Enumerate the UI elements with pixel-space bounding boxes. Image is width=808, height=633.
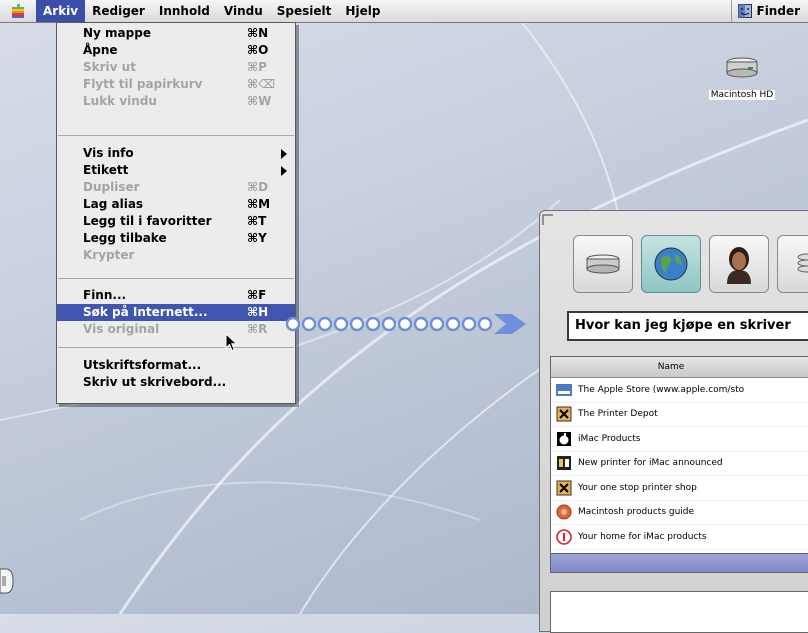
printer-icon [556, 406, 572, 422]
window-corner-icon [542, 214, 554, 226]
apple-menu-icon[interactable] [0, 0, 36, 22]
hard-drive-icon [725, 56, 759, 78]
menu-item-finn[interactable]: Finn...⌘F [57, 287, 295, 304]
menu-item-skriv-ut: Skriv ut⌘P [57, 59, 295, 76]
column-header-name[interactable]: Name [551, 357, 808, 378]
menu-vindu[interactable]: Vindu [217, 0, 270, 22]
result-row[interactable]: Macintosh products guide [551, 501, 808, 526]
menu-item-lag-alias[interactable]: Lag alias⌘M [57, 196, 295, 213]
menu-item-dupliser: Dupliser⌘D [57, 179, 295, 196]
dotted-arrow-icon [282, 312, 532, 336]
menu-item-ny-mappe[interactable]: Ny mappe⌘N [57, 25, 295, 42]
person-icon [721, 244, 757, 284]
channel-files-button[interactable] [573, 235, 633, 293]
menu-item-sok-pa-internett[interactable]: Søk på Internett...⌘H [57, 304, 295, 321]
results-list: Name The Apple Store (www.apple.com/sto … [550, 356, 808, 573]
printer-icon [556, 480, 572, 496]
menu-separator [58, 135, 294, 136]
result-row[interactable]: The Apple Store (www.apple.com/sto [551, 378, 808, 403]
menu-innhold[interactable]: Innhold [152, 0, 217, 22]
menu-item-utskriftsformat[interactable]: Utskriftsformat... [57, 357, 295, 374]
menu-item-krypter: Krypter [57, 247, 295, 264]
results-scrollbar[interactable] [551, 553, 808, 572]
finder-icon [738, 4, 752, 18]
macintosh-hd-icon[interactable]: Macintosh HD [694, 56, 790, 101]
menu-arkiv[interactable]: Arkiv [36, 0, 85, 22]
info-icon [556, 529, 572, 545]
news-icon [556, 455, 572, 471]
macintosh-hd-label: Macintosh HD [709, 90, 775, 100]
apple-icon [556, 431, 572, 447]
menu-hjelp[interactable]: Hjelp [338, 0, 387, 22]
menu-rediger[interactable]: Rediger [85, 0, 152, 22]
submenu-arrow-icon [281, 166, 287, 176]
menu-item-apne[interactable]: Åpne⌘O [57, 42, 295, 59]
application-menu[interactable]: Finder [731, 0, 808, 22]
result-row[interactable]: New printer for iMac announced [551, 452, 808, 477]
menu-item-legg-til-i-favoritter[interactable]: Legg til i favoritter⌘T [57, 213, 295, 230]
menu-item-vis-original: Vis original⌘R [57, 321, 295, 338]
window-titlebar[interactable] [540, 211, 808, 229]
result-row[interactable]: Your one stop printer shop [551, 476, 808, 501]
channel-shopping-button[interactable] [777, 235, 808, 293]
mouse-pointer-icon [225, 333, 239, 353]
menu-separator [58, 347, 294, 348]
result-row[interactable]: The Printer Depot [551, 403, 808, 428]
menu-item-vis-info[interactable]: Vis info [57, 145, 295, 162]
menu-item-legg-tilbake[interactable]: Legg tilbake⌘Y [57, 230, 295, 247]
apple-store-icon [556, 382, 572, 398]
channel-people-button[interactable] [709, 235, 769, 293]
search-input[interactable]: Hvor kan jeg kjøpe en skriver [567, 311, 808, 341]
hard-drive-icon [585, 253, 621, 275]
submenu-arrow-icon [281, 149, 287, 159]
menu-item-skriv-ut-skrivebord[interactable]: Skriv ut skrivebord... [57, 374, 295, 391]
sherlock-window: Hvor kan jeg kjøpe en skriver Name The A… [539, 210, 808, 632]
result-row[interactable]: iMac Products [551, 427, 808, 452]
menu-item-etikett[interactable]: Etikett [57, 162, 295, 179]
menu-spesielt[interactable]: Spesielt [270, 0, 339, 22]
menu-item-lukk-vindu: Lukk vindu⌘W [57, 93, 295, 110]
channel-internet-button[interactable] [641, 235, 701, 293]
drawer-tab-icon[interactable] [0, 568, 14, 594]
menu-bar: Arkiv Rediger Innhold Vindu Spesielt Hje… [0, 0, 808, 23]
result-row[interactable]: Your home for iMac products [551, 525, 808, 550]
globe-icon [556, 504, 572, 520]
menu-separator [58, 278, 294, 279]
app-menu-label: Finder [757, 0, 801, 22]
menu-item-flytt-til-papirkurv: Flytt til papirkurv⌘⌫ [57, 76, 295, 93]
file-menu-dropdown: Ny mappe⌘N Åpne⌘O Skriv ut⌘P Flytt til p… [56, 22, 296, 404]
detail-pane [550, 591, 808, 633]
globe-icon [653, 246, 689, 282]
coins-icon [792, 249, 808, 279]
